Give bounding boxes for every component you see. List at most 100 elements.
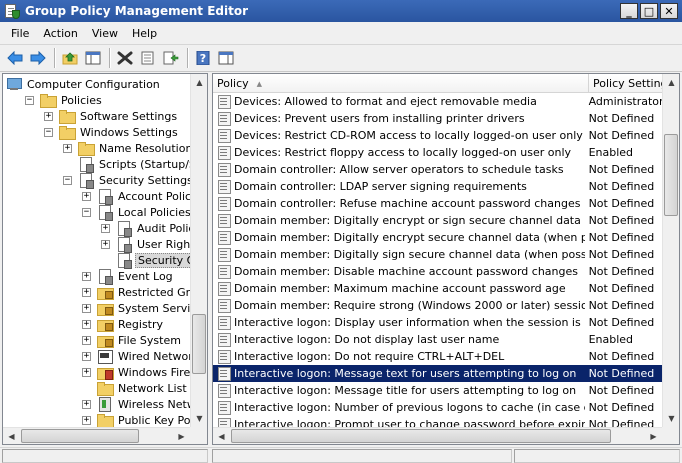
tree-node[interactable]: Network List Manager Policies <box>82 380 192 396</box>
menu-help[interactable]: Help <box>125 27 164 40</box>
show-hide-tree-button[interactable] <box>82 47 104 69</box>
delete-button[interactable] <box>114 47 136 69</box>
scroll-right-arrow[interactable]: ▶ <box>645 428 662 444</box>
policy-setting-value: Not Defined <box>588 197 655 210</box>
expand-icon[interactable]: + <box>82 367 91 377</box>
tree-node[interactable]: + Event Log <box>82 268 175 285</box>
collapse-icon[interactable]: − <box>63 175 72 185</box>
expand-icon[interactable]: + <box>82 303 91 313</box>
list-hscroll-thumb[interactable] <box>231 429 611 443</box>
expand-icon[interactable]: + <box>63 143 72 153</box>
menu-view[interactable]: View <box>85 27 125 40</box>
menu-action[interactable]: Action <box>36 27 84 40</box>
list-horizontal-scrollbar[interactable]: ◀ ▶ <box>213 427 662 444</box>
scroll-up-arrow[interactable]: ▲ <box>191 74 207 91</box>
policy-row[interactable]: Interactive logon: Number of previous lo… <box>213 399 663 416</box>
policy-row[interactable]: Domain member: Disable machine account p… <box>213 263 663 280</box>
tree-node[interactable]: + Public Key Policies <box>82 412 192 427</box>
tree-vertical-scrollbar[interactable]: ▲ ▼ <box>190 74 207 427</box>
policy-row[interactable]: Interactive logon: Do not require CTRL+A… <box>213 348 663 365</box>
policy-row[interactable]: Devices: Restrict CD-ROM access to local… <box>213 127 663 144</box>
scroll-down-arrow[interactable]: ▼ <box>663 410 679 427</box>
tree-node[interactable]: Scripts (Startup/Shutdown) <box>63 156 192 173</box>
expand-icon[interactable]: + <box>82 399 91 409</box>
properties-button[interactable] <box>137 47 159 69</box>
expand-icon[interactable]: + <box>101 223 110 233</box>
tree-node[interactable]: − Windows Settings <box>44 124 180 140</box>
help-button[interactable]: ? <box>192 47 214 69</box>
tree-scroll-thumb[interactable] <box>192 314 206 374</box>
scroll-left-arrow[interactable]: ◀ <box>213 428 230 444</box>
tree-node[interactable]: Security Options <box>101 252 192 269</box>
tree-node[interactable]: − Security Settings <box>63 172 192 189</box>
collapse-icon[interactable]: − <box>25 95 34 105</box>
tree-node[interactable]: + Audit Policy <box>101 220 192 237</box>
tree-node[interactable]: + Restricted Groups <box>82 284 192 300</box>
expand-icon[interactable]: + <box>82 415 91 425</box>
expand-icon[interactable]: + <box>82 271 91 281</box>
expand-icon[interactable]: + <box>82 351 91 361</box>
expand-icon[interactable]: + <box>82 191 91 201</box>
tree-node[interactable]: − Local Policies <box>82 204 192 221</box>
tree-node-label: Restricted Groups <box>118 285 192 299</box>
back-button[interactable] <box>4 47 26 69</box>
tree-node[interactable]: + Wired Network (IEEE 802.3) Policies <box>82 348 192 364</box>
scroll-right-arrow[interactable]: ▶ <box>173 428 190 444</box>
list-vertical-scrollbar[interactable]: ▲ ▼ <box>662 74 679 427</box>
list-scroll-thumb[interactable] <box>664 134 678 216</box>
policy-row[interactable]: Domain member: Maximum machine account p… <box>213 280 663 297</box>
maximize-button[interactable]: □ <box>640 3 658 19</box>
close-button[interactable]: ✕ <box>660 3 678 19</box>
policy-row[interactable]: Devices: Prevent users from installing p… <box>213 110 663 127</box>
tree-node[interactable]: Computer Configuration <box>6 76 162 92</box>
tree-node[interactable]: + Wireless Network (IEEE 802.11) Policies <box>82 396 192 412</box>
policy-row[interactable]: Interactive logon: Do not display last u… <box>213 331 663 348</box>
policy-row[interactable]: Interactive logon: Message text for user… <box>213 365 663 382</box>
tree-node[interactable]: − Policies <box>25 92 104 108</box>
policy-row[interactable]: Domain controller: Allow server operator… <box>213 161 663 178</box>
column-header-policy[interactable]: Policy ▲ <box>213 74 589 93</box>
tree-horizontal-scrollbar[interactable]: ◀ ▶ <box>3 427 190 444</box>
tree-hscroll-thumb[interactable] <box>21 429 139 443</box>
expand-icon[interactable]: + <box>82 319 91 329</box>
tree-node[interactable]: + Registry <box>82 316 165 332</box>
expand-icon[interactable]: + <box>44 111 53 121</box>
policy-row[interactable]: Domain controller: LDAP server signing r… <box>213 178 663 195</box>
collapse-icon[interactable]: − <box>44 127 53 137</box>
column-header-policy-setting[interactable]: Policy Setting <box>589 74 663 93</box>
expand-icon[interactable]: + <box>82 335 91 345</box>
tree-node[interactable]: + User Rights Assignment <box>101 236 192 253</box>
expand-icon[interactable]: + <box>101 239 110 249</box>
policy-row[interactable]: Interactive logon: Display user informat… <box>213 314 663 331</box>
tree-node-label: Security Options <box>135 252 192 268</box>
minimize-button[interactable]: _ <box>620 3 638 19</box>
tree-node[interactable]: + File System <box>82 332 183 348</box>
policy-row[interactable]: Domain member: Digitally encrypt secure … <box>213 229 663 246</box>
collapse-icon[interactable]: − <box>82 207 91 217</box>
policy-row[interactable]: Domain member: Digitally encrypt or sign… <box>213 212 663 229</box>
tree-node[interactable]: + Account Policies <box>82 188 192 205</box>
export-list-button[interactable] <box>160 47 182 69</box>
scroll-down-arrow[interactable]: ▼ <box>191 410 207 427</box>
policy-row[interactable]: Devices: Restrict floppy access to local… <box>213 144 663 161</box>
menu-bar: File Action View Help <box>0 22 682 44</box>
tree-node[interactable]: + Name Resolution Policy <box>63 140 192 156</box>
policy-row[interactable]: Interactive logon: Prompt user to change… <box>213 416 663 427</box>
status-segment <box>2 449 208 463</box>
tree-node[interactable]: + Windows Firewall with Advanced Security <box>82 364 192 380</box>
policy-row[interactable]: Domain member: Digitally sign secure cha… <box>213 246 663 263</box>
policy-row[interactable]: Interactive logon: Message title for use… <box>213 382 663 399</box>
show-action-pane-button[interactable] <box>215 47 237 69</box>
tree-node[interactable]: + System Services <box>82 300 192 316</box>
policy-row[interactable]: Domain member: Require strong (Windows 2… <box>213 297 663 314</box>
expand-icon[interactable]: + <box>82 287 91 297</box>
tree-node[interactable]: + Software Settings <box>44 108 179 124</box>
up-one-level-button[interactable] <box>59 47 81 69</box>
scroll-left-arrow[interactable]: ◀ <box>3 428 20 444</box>
menu-file[interactable]: File <box>4 27 36 40</box>
forward-button[interactable] <box>27 47 49 69</box>
scroll-up-arrow[interactable]: ▲ <box>663 74 679 91</box>
policy-row[interactable]: Domain controller: Refuse machine accoun… <box>213 195 663 212</box>
policy-row[interactable]: Devices: Allowed to format and eject rem… <box>213 93 663 110</box>
